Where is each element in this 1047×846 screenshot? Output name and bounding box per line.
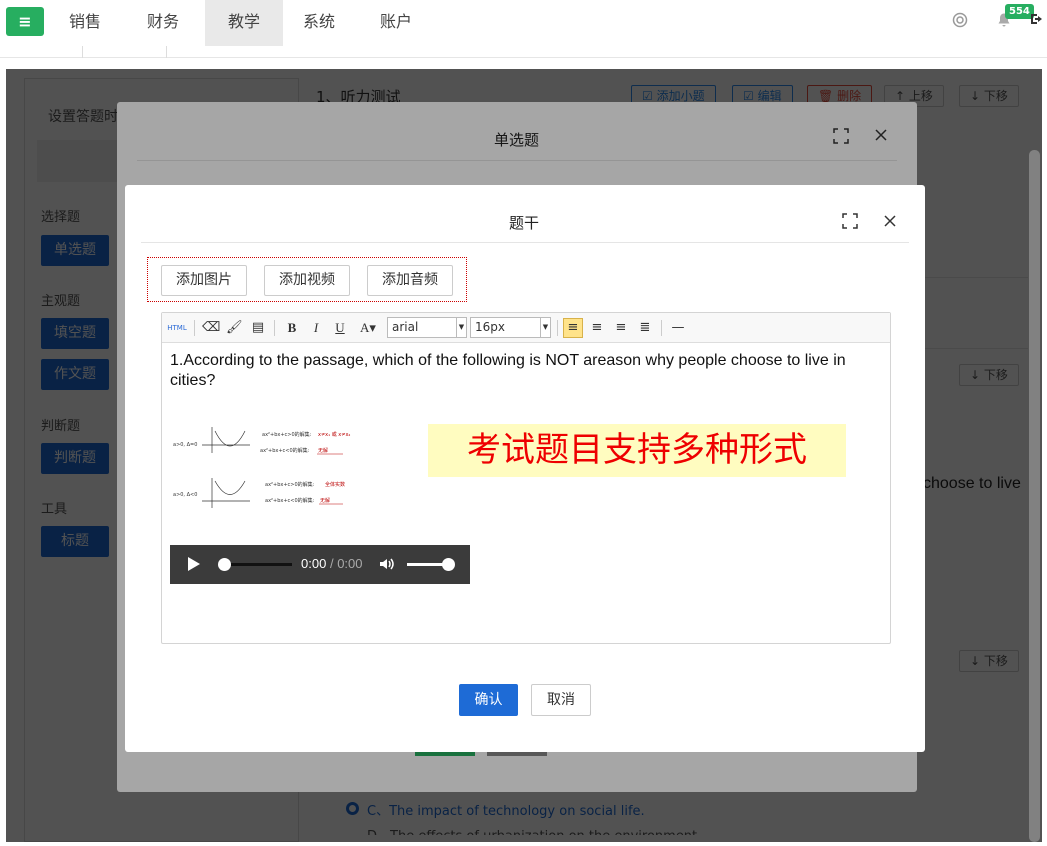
graph-answer: x≠x₁ 或 x≠x₂ bbox=[318, 431, 350, 438]
divider bbox=[166, 46, 167, 58]
audio-progress-handle[interactable] bbox=[218, 558, 231, 571]
html-source-button[interactable]: HTML bbox=[167, 320, 187, 336]
align-right-icon[interactable]: ≡ bbox=[613, 320, 629, 336]
divider bbox=[141, 242, 909, 243]
promo-banner: 考试题目支持多种形式 bbox=[428, 424, 846, 477]
align-center-icon[interactable]: ≡ bbox=[589, 320, 605, 336]
add-video-button[interactable]: 添加视频 bbox=[264, 265, 350, 296]
quadratic-graph-image: a>0, Δ=0 ax²+bx+c>0的解集: x≠x₁ 或 x≠x₂ ax²+… bbox=[173, 427, 350, 508]
font-color-icon[interactable]: A▾ bbox=[356, 320, 380, 336]
editor-toolbar: HTML ⌫ 🖌 ▤ B I U A▾ arial ▼ 16px ▼ ≡ ≡ ≡ ≣… bbox=[162, 313, 890, 343]
cancel-button[interactable]: 取消 bbox=[531, 684, 591, 716]
divider bbox=[557, 320, 558, 336]
rich-text-editor: HTML ⌫ 🖌 ▤ B I U A▾ arial ▼ 16px ▼ ≡ ≡ ≡ ≣… bbox=[161, 312, 891, 644]
nav-tab-teaching[interactable]: 教学 bbox=[205, 0, 283, 46]
nav-tab-system[interactable]: 系统 bbox=[280, 0, 358, 46]
align-justify-icon[interactable]: ≣ bbox=[637, 320, 653, 336]
menu-toggle-button[interactable]: ≡ bbox=[6, 7, 44, 36]
graph-text: ax²+bx+c>0的解集: bbox=[262, 431, 312, 438]
play-icon[interactable] bbox=[188, 557, 200, 571]
attachment-toolbar: 添加图片 添加视频 添加音频 bbox=[147, 257, 467, 302]
chevron-down-icon: ▼ bbox=[540, 318, 550, 337]
graph-condition-2: a>0, Δ<0 bbox=[173, 492, 197, 498]
divider bbox=[274, 320, 275, 336]
graph-text: ax²+bx+c<0的解集: bbox=[260, 447, 310, 454]
add-image-button[interactable]: 添加图片 bbox=[161, 265, 247, 296]
bold-icon[interactable]: B bbox=[284, 320, 300, 336]
format-brush-icon[interactable]: 🖌 bbox=[226, 320, 243, 336]
nav-tab-sales[interactable]: 销售 bbox=[46, 0, 124, 46]
volume-icon[interactable] bbox=[378, 555, 396, 577]
add-audio-button[interactable]: 添加音频 bbox=[367, 265, 453, 296]
paste-plain-icon[interactable]: ▤ bbox=[250, 320, 266, 336]
graph-answer: 全体实数 bbox=[325, 481, 345, 488]
question-text[interactable]: 1.According to the passage, which of the… bbox=[170, 351, 870, 391]
confirm-button[interactable]: 确认 bbox=[459, 684, 518, 716]
graph-answer: 无解 bbox=[320, 497, 330, 504]
underline-icon[interactable]: U bbox=[332, 320, 348, 336]
support-icon[interactable] bbox=[952, 12, 968, 32]
graph-answer: 无解 bbox=[318, 447, 328, 454]
font-size-select[interactable]: 16px ▼ bbox=[470, 317, 551, 338]
audio-progress-track[interactable] bbox=[224, 563, 292, 566]
close-icon[interactable] bbox=[882, 213, 898, 234]
font-family-select[interactable]: arial ▼ bbox=[387, 317, 467, 338]
graph-condition-1: a>0, Δ=0 bbox=[173, 442, 197, 448]
stem-editor-modal: 题干 添加图片 添加视频 添加音频 HTML ⌫ 🖌 ▤ B I U A▾ ar… bbox=[125, 185, 925, 752]
align-left-icon[interactable]: ≡ bbox=[563, 318, 583, 338]
italic-icon[interactable]: I bbox=[308, 320, 324, 336]
nav-tab-account[interactable]: 账户 bbox=[357, 0, 435, 46]
logout-icon[interactable] bbox=[1030, 12, 1044, 30]
divider bbox=[82, 46, 83, 58]
audio-time: 0:00 / 0:00 bbox=[301, 556, 363, 571]
divider bbox=[194, 320, 195, 336]
chevron-down-icon: ▼ bbox=[456, 318, 466, 337]
nav-tab-finance[interactable]: 财务 bbox=[124, 0, 202, 46]
modal-title: 题干 bbox=[509, 214, 540, 232]
graph-text: ax²+bx+c<0的解集: bbox=[265, 497, 315, 504]
divider bbox=[661, 320, 662, 336]
horizontal-rule-icon[interactable]: — bbox=[670, 320, 686, 336]
top-navbar: ≡ 销售 财务 教学 系统 账户 554 bbox=[0, 0, 1047, 58]
fullscreen-icon[interactable] bbox=[841, 212, 859, 235]
audio-player: 0:00 / 0:00 bbox=[170, 545, 470, 584]
eraser-icon[interactable]: ⌫ bbox=[202, 320, 220, 336]
volume-handle[interactable] bbox=[442, 558, 455, 571]
graph-text: ax²+bx+c>0的解集: bbox=[265, 481, 315, 488]
